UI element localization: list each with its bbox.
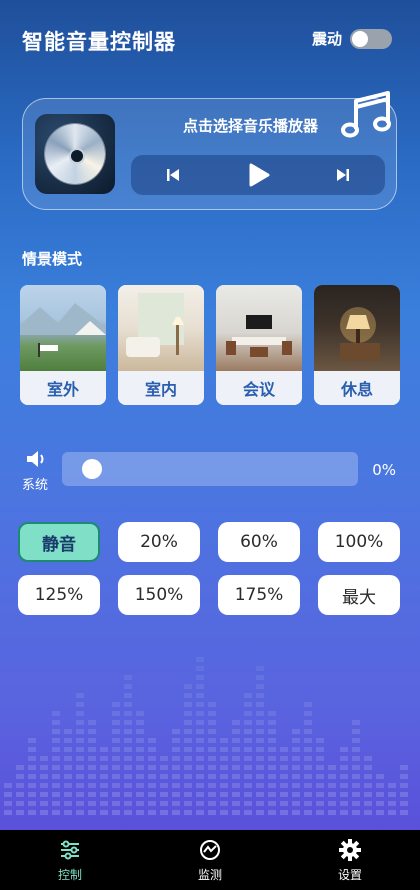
nav-label: 设置 xyxy=(337,867,362,882)
cd-artwork xyxy=(35,114,115,194)
skip-next-icon[interactable] xyxy=(328,160,358,190)
app-screen: 智能音量控制器 震动 点击选择音乐播放器 情景模式 室外 室内 会议 休息 系统… xyxy=(0,0,420,890)
nav-label: 监测 xyxy=(197,867,222,882)
select-player-prompt[interactable]: 点击选择音乐播放器 xyxy=(183,115,318,136)
preset-mute-button[interactable]: 静音 xyxy=(18,522,100,562)
sliders-icon xyxy=(61,840,79,859)
toggle-knob xyxy=(352,30,368,47)
system-volume-label: 系统 xyxy=(22,478,49,493)
preset-150-button[interactable]: 150% xyxy=(118,575,200,615)
scene-label: 会议 xyxy=(216,371,302,405)
volume-percent: 0% xyxy=(372,461,396,479)
player-controls xyxy=(131,155,385,195)
speaker-icon xyxy=(27,451,44,467)
preset-max-button[interactable]: 最大 xyxy=(318,575,400,615)
app-title: 智能音量控制器 xyxy=(22,30,176,54)
nav-item-monitor[interactable]: 监测 xyxy=(170,838,250,883)
equalizer-decoration xyxy=(4,657,408,815)
scene-label: 休息 xyxy=(314,371,400,405)
cd-disc-icon xyxy=(45,124,105,184)
scene-label: 室内 xyxy=(118,371,204,405)
scene-list: 室外 室内 会议 休息 xyxy=(20,285,400,405)
nav-item-control[interactable]: 控制 xyxy=(30,838,110,883)
indoor-image xyxy=(118,285,204,371)
scene-label: 室外 xyxy=(20,371,106,405)
skip-previous-icon[interactable] xyxy=(158,160,188,190)
music-player-card[interactable]: 点击选择音乐播放器 xyxy=(22,91,397,210)
system-volume-slider[interactable] xyxy=(62,452,358,486)
nav-item-settings[interactable]: 设置 xyxy=(310,838,390,883)
meeting-image xyxy=(216,285,302,371)
preset-125-button[interactable]: 125% xyxy=(18,575,100,615)
scene-mode-title: 情景模式 xyxy=(22,250,83,268)
scene-meeting[interactable]: 会议 xyxy=(216,285,302,405)
vibrate-label: 震动 xyxy=(311,30,342,48)
slider-thumb[interactable] xyxy=(82,459,102,479)
nav-label: 控制 xyxy=(57,867,82,882)
outdoor-image xyxy=(20,285,106,371)
preset-20-button[interactable]: 20% xyxy=(118,522,200,562)
vibrate-setting: 震动 xyxy=(312,28,392,49)
preset-175-button[interactable]: 175% xyxy=(218,575,300,615)
gear-icon xyxy=(339,838,361,861)
preset-100-button[interactable]: 100% xyxy=(318,522,400,562)
rest-image xyxy=(314,285,400,371)
scene-indoor[interactable]: 室内 xyxy=(118,285,204,405)
preset-60-button[interactable]: 60% xyxy=(218,522,300,562)
scene-outdoor[interactable]: 室外 xyxy=(20,285,106,405)
music-note-icon xyxy=(341,91,391,138)
bottom-navigation: 控制 监测 设置 xyxy=(0,830,420,890)
monitor-icon xyxy=(200,839,220,860)
volume-presets: 静音 20% 60% 100% 125% 150% 175% 最大 xyxy=(18,522,401,615)
vibrate-toggle[interactable] xyxy=(350,28,392,49)
play-icon[interactable] xyxy=(243,160,273,190)
scene-rest[interactable]: 休息 xyxy=(314,285,400,405)
